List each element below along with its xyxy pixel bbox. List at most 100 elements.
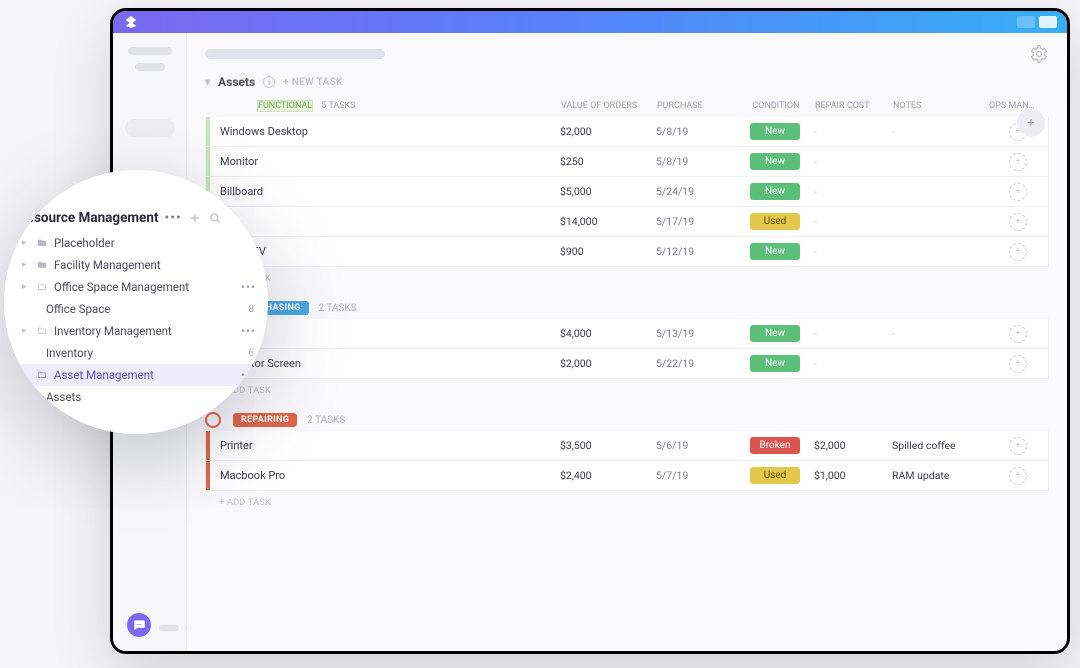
cell-ops-assignee[interactable]: + [988,243,1048,261]
task-name[interactable]: Smart TV [210,245,560,258]
cell-ops-assignee[interactable]: + [988,153,1048,171]
assignee-placeholder-icon[interactable]: + [1009,153,1027,171]
sidebar-search[interactable] [125,119,175,137]
cell-value[interactable]: $5,000 [560,185,656,198]
assignee-placeholder-icon[interactable]: + [1009,355,1027,373]
cell-repair-cost[interactable]: $2,000 [814,439,892,452]
minimize-button[interactable] [1017,16,1035,28]
assignee-placeholder-icon[interactable]: + [1009,183,1027,201]
tree-item-options[interactable]: ••• [241,280,260,294]
col-header-condition[interactable]: CONDITION [737,101,815,111]
cell-repair-cost[interactable]: - [814,215,892,228]
cell-ops-assignee[interactable]: + [988,183,1048,201]
condition-badge[interactable]: New [750,153,800,170]
condition-badge[interactable]: Broken [750,437,800,454]
sidebar-folder-item[interactable]: ▸Asset Management••• [16,364,260,386]
cell-ops-assignee[interactable]: + [988,213,1048,231]
table-row[interactable]: Smart TV$9005/12/19New-+ [205,237,1049,267]
condition-badge[interactable]: New [750,355,800,372]
cell-value[interactable]: $2,400 [560,469,656,482]
cell-purchase[interactable]: 5/8/19 [656,155,736,168]
cell-value[interactable]: $900 [560,245,656,258]
add-task-button[interactable]: + ADD TASK [205,491,1049,515]
sidebar-folder-item[interactable]: ▸Placeholder [16,232,260,254]
cell-condition[interactable]: New [736,153,814,170]
cell-repair-cost[interactable]: - [814,185,892,198]
cell-value[interactable]: $4,000 [560,327,656,340]
search-icon[interactable] [208,211,222,225]
sidebar-folder-item[interactable]: ▸Office Space Management••• [16,276,260,298]
task-name[interactable]: Macbook Pro [210,469,560,482]
cell-value[interactable]: $250 [560,155,656,168]
collapse-icon[interactable]: ▾ [205,77,210,88]
cell-condition[interactable]: New [736,325,814,342]
task-name[interactable]: Monitor [210,155,560,168]
table-row[interactable]: Windows Desktop$2,0005/8/19New--+ [205,117,1049,147]
cell-repair-cost[interactable]: - [814,155,892,168]
table-row[interactable]: Car$14,0005/17/19 Used - + [205,207,1049,237]
condition-badge[interactable]: New [750,325,800,342]
plus-icon[interactable] [188,211,202,225]
cell-purchase[interactable]: 5/7/19 [656,469,736,482]
table-row[interactable]: Projector Screen$2,0005/22/19New-+ [205,349,1049,379]
task-name[interactable]: Projector Screen [210,357,560,370]
info-icon[interactable]: i [263,76,275,88]
sidebar-list-item[interactable]: Inventory6 [16,342,260,364]
assignee-placeholder-icon[interactable]: + [1009,243,1027,261]
condition-badge[interactable]: New [750,123,800,140]
cell-value[interactable]: $2,000 [560,357,656,370]
cell-repair-cost[interactable]: - [814,125,892,138]
sidebar-folder-item[interactable]: ▸Facility Management [16,254,260,276]
chat-button[interactable] [127,613,151,637]
cell-purchase[interactable]: 5/13/19 [656,327,736,340]
cell-purchase[interactable]: 5/24/19 [656,185,736,198]
sidebar-list-item[interactable]: Office Space8 [16,298,260,320]
table-row[interactable]: Monitor$2505/8/19 New - + [205,147,1049,177]
add-task-button[interactable]: + ADD TASK [205,267,1049,291]
cell-condition[interactable]: Used [736,213,814,230]
cell-condition[interactable]: Broken [736,437,814,454]
cell-value[interactable]: $2,000 [560,125,656,138]
col-header-notes[interactable]: NOTES [893,101,989,111]
cell-repair-cost[interactable]: $1,000 [814,469,892,482]
status-tag[interactable]: FUNCTIONAL [257,100,313,112]
cell-purchase[interactable]: 5/17/19 [656,215,736,228]
assignee-placeholder-icon[interactable]: + [1009,467,1027,485]
cell-purchase[interactable]: 5/22/19 [656,357,736,370]
assignee-placeholder-icon[interactable]: + [1009,325,1027,343]
gear-icon[interactable] [1029,44,1049,64]
table-row[interactable]: Printer$3,5005/6/19Broken$2,000Spilled c… [205,431,1049,461]
col-header-value[interactable]: VALUE OF ORDERS [561,101,657,111]
cell-purchase[interactable]: 5/12/19 [656,245,736,258]
condition-badge[interactable]: Used [750,213,800,230]
cell-value[interactable]: $3,500 [560,439,656,452]
cell-notes[interactable]: - [892,327,988,340]
cell-repair-cost[interactable]: - [814,327,892,340]
cell-notes[interactable]: RAM update [892,469,988,482]
assignee-placeholder-icon[interactable]: + [1009,437,1027,455]
add-task-button[interactable]: + ADD TASK [205,379,1049,403]
sidebar-folder-item[interactable]: ▸Inventory Management••• [16,320,260,342]
task-name[interactable]: Car [210,215,560,228]
cell-ops-assignee[interactable]: + [988,437,1048,455]
col-header-ops[interactable]: OPS MAN… [989,101,1049,111]
task-name[interactable]: Billboard [210,185,560,198]
cell-condition[interactable]: Used [736,467,814,484]
new-task-button[interactable]: + NEW TASK [283,77,343,88]
col-header-repair-cost[interactable]: REPAIR COST [815,101,893,111]
condition-badge[interactable]: Used [750,467,800,484]
table-row[interactable]: Billboard$5,0005/24/19 New - + [205,177,1049,207]
cell-purchase[interactable]: 5/8/19 [656,125,736,138]
cell-repair-cost[interactable]: - [814,245,892,258]
condition-badge[interactable]: New [750,183,800,200]
cell-condition[interactable]: New [736,183,814,200]
cell-condition[interactable]: New [736,123,814,140]
maximize-button[interactable] [1039,16,1057,28]
add-column-button[interactable]: + [1017,109,1045,137]
status-tag[interactable]: REPAIRING [233,413,297,427]
cell-value[interactable]: $14,000 [560,215,656,228]
task-name[interactable]: Printer [210,439,560,452]
table-row[interactable]: Projector$4,0005/13/19New--+ [205,319,1049,349]
space-options[interactable]: ••• [165,210,182,226]
cell-condition[interactable]: New [736,355,814,372]
